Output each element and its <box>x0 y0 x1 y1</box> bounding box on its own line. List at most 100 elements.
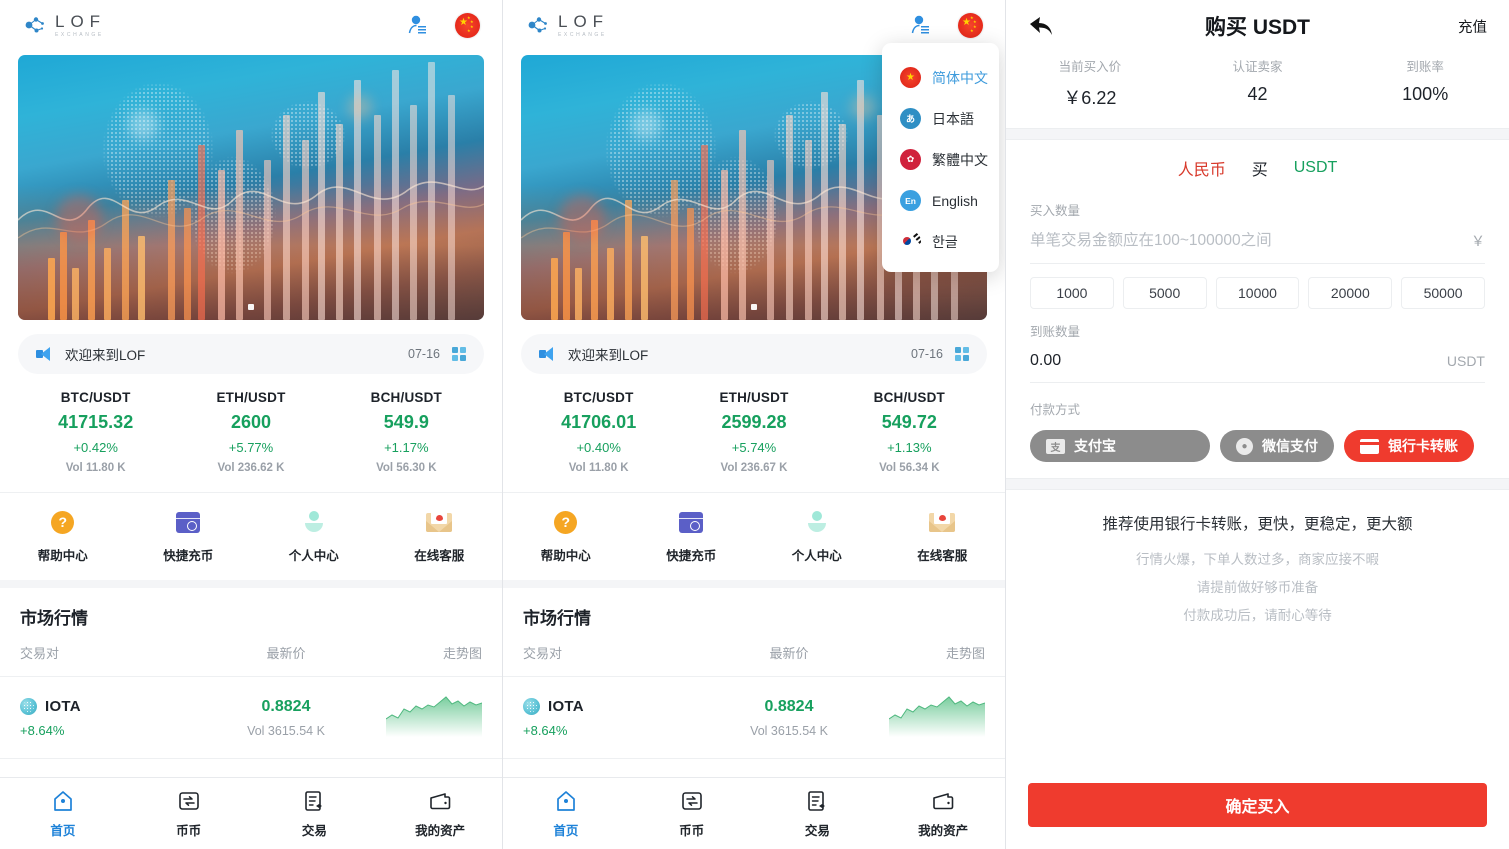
preset-chip-1000[interactable]: 1000 <box>1030 277 1114 309</box>
preset-chip-5000[interactable]: 5000 <box>1123 277 1207 309</box>
grid-menu-icon[interactable] <box>955 347 969 361</box>
payment-wechat[interactable]: ● 微信支付 <box>1220 430 1334 462</box>
tab-trade[interactable]: 交易 <box>252 788 378 839</box>
preset-chip-20000[interactable]: 20000 <box>1308 277 1392 309</box>
home-icon <box>503 788 629 814</box>
user-icon[interactable] <box>908 13 932 37</box>
grid-menu-icon[interactable] <box>452 347 466 361</box>
notice-text: 欢迎来到LOF <box>568 344 648 364</box>
tab-assets[interactable]: 我的资产 <box>377 788 503 839</box>
quick-action-support[interactable]: 在线客服 <box>880 507 1006 564</box>
ticker-volume: Vol 11.80 K <box>521 462 676 474</box>
ticker-card[interactable]: BCH/USDT 549.9 +1.17% Vol 56.30 K <box>329 390 484 474</box>
app-logo[interactable]: LOF EXCHANGE <box>525 12 609 38</box>
app-logo[interactable]: LOF EXCHANGE <box>22 12 106 38</box>
speaker-icon <box>539 347 556 362</box>
logo-wordmark: LOF <box>55 13 106 30</box>
ticker-pair: BCH/USDT <box>832 390 987 405</box>
payment-bank-card[interactable]: 银行卡转账 <box>1344 430 1474 462</box>
quick-action-profile[interactable]: 个人中心 <box>251 507 377 564</box>
ticker-strip-middle: BTC/USDT 41706.01 +0.40% Vol 11.80 K ETH… <box>503 374 1005 492</box>
quick-action-label: 个人中心 <box>251 545 377 564</box>
lang-option-ko[interactable]: 한글 <box>882 221 999 262</box>
payment-alipay[interactable]: 支 支付宝 <box>1030 430 1210 462</box>
quick-action-support[interactable]: 在线客服 <box>377 507 503 564</box>
trade-pair-row: 人民币 买 USDT <box>1030 140 1485 194</box>
banner-indicator-dot[interactable] <box>248 304 254 310</box>
wechat-pay-icon: ● <box>1236 438 1253 455</box>
china-flag-icon[interactable]: ★★★★★ <box>455 13 480 38</box>
tab-exchange[interactable]: 币币 <box>629 788 755 839</box>
lang-option-zh-cn[interactable]: ★ 简体中文 <box>882 57 999 98</box>
ticker-pair: BCH/USDT <box>329 390 484 405</box>
amount-field-row: ￥ <box>1030 219 1485 264</box>
profile-icon <box>251 507 377 537</box>
lang-option-zh-hk[interactable]: ✿ 繁體中文 <box>882 139 999 180</box>
ticker-card[interactable]: BTC/USDT 41706.01 +0.40% Vol 11.80 K <box>521 390 676 474</box>
quick-action-help[interactable]: ? 帮助中心 <box>503 507 629 564</box>
english-flag-icon: En <box>900 190 921 211</box>
quick-action-deposit[interactable]: 快捷充币 <box>126 507 252 564</box>
confirm-buy-button[interactable]: 确定买入 <box>1028 783 1487 827</box>
logo-mark-icon <box>22 12 48 38</box>
ticker-card[interactable]: BTC/USDT 41715.32 +0.42% Vol 11.80 K <box>18 390 173 474</box>
app-header-left: LOF EXCHANGE ★★★★★ <box>0 0 502 50</box>
pair-coin[interactable]: USDT <box>1294 159 1338 177</box>
quick-action-deposit[interactable]: 快捷充币 <box>629 507 755 564</box>
coin-change: +8.64% <box>20 723 200 738</box>
quick-action-profile[interactable]: 个人中心 <box>754 507 880 564</box>
coin-price: 0.8824 <box>200 698 372 716</box>
ticker-card[interactable]: ETH/USDT 2600 +5.77% Vol 236.62 K <box>173 390 328 474</box>
china-flag-icon[interactable]: ★★★★★ <box>958 13 983 38</box>
preset-chip-50000[interactable]: 50000 <box>1401 277 1485 309</box>
logo-subtitle: EXCHANGE <box>558 33 609 38</box>
tab-home[interactable]: 首页 <box>0 788 126 839</box>
tab-assets[interactable]: 我的资产 <box>880 788 1006 839</box>
section-divider-2 <box>1006 478 1509 490</box>
tab-exchange[interactable]: 币币 <box>126 788 252 839</box>
preset-chip-10000[interactable]: 10000 <box>1216 277 1300 309</box>
ticker-pair: ETH/USDT <box>173 390 328 405</box>
notice-bar[interactable]: 欢迎来到LOF 07-16 <box>18 334 484 374</box>
wallet-icon <box>880 788 1006 814</box>
user-icon[interactable] <box>405 13 429 37</box>
receive-unit: USDT <box>1447 353 1485 369</box>
help-icon: ? <box>0 507 126 537</box>
coin-symbol: IOTA <box>548 698 584 715</box>
table-row[interactable]: IOTA +8.64% 0.8824 Vol 3615.54 K <box>0 677 502 759</box>
ticker-card[interactable]: ETH/USDT 2599.28 +5.74% Vol 236.67 K <box>676 390 831 474</box>
ticker-price: 41706.01 <box>521 412 676 433</box>
banner-indicator-dot[interactable] <box>751 304 757 310</box>
ticker-volume: Vol 56.30 K <box>329 462 484 474</box>
recharge-link[interactable]: 充值 <box>1458 16 1487 37</box>
amount-unit: ￥ <box>1471 231 1485 251</box>
market-col-price: 最新价 <box>703 643 875 662</box>
payment-label-text: 银行卡转账 <box>1388 436 1458 456</box>
tab-trade[interactable]: 交易 <box>755 788 881 839</box>
table-row[interactable]: IOTA +8.64% 0.8824 Vol 3615.54 K <box>503 677 1005 759</box>
lang-option-ja[interactable]: あ 日本語 <box>882 98 999 139</box>
section-divider <box>1006 128 1509 140</box>
payment-methods: 支 支付宝 ● 微信支付 银行卡转账 <box>1030 418 1485 478</box>
market-header-row: 交易对 最新价 走势图 <box>0 631 502 677</box>
market-col-pair: 交易对 <box>523 643 703 662</box>
lang-option-en[interactable]: En English <box>882 180 999 221</box>
quick-action-help[interactable]: ? 帮助中心 <box>0 507 126 564</box>
language-dropdown[interactable]: ★ 简体中文 あ 日本語 ✿ 繁體中文 En English 한글 <box>882 43 999 272</box>
page-title: 购买 USDT <box>1006 11 1509 41</box>
ticker-price: 549.9 <box>329 412 484 433</box>
back-arrow-icon[interactable] <box>1028 15 1054 37</box>
ticker-card[interactable]: BCH/USDT 549.72 +1.13% Vol 56.34 K <box>832 390 987 474</box>
lang-option-label: 日本語 <box>932 109 974 129</box>
pair-action: 买 <box>1252 156 1268 180</box>
amount-input[interactable] <box>1030 232 1471 250</box>
profile-icon <box>754 507 880 537</box>
korea-flag-icon <box>900 231 921 252</box>
hero-banner[interactable] <box>18 55 484 320</box>
stat-value: 100% <box>1341 84 1509 105</box>
purchase-form: 人民币 买 USDT 买入数量 ￥ 1000 5000 10000 20000 … <box>1006 140 1509 478</box>
tab-home[interactable]: 首页 <box>503 788 629 839</box>
notice-bar[interactable]: 欢迎来到LOF 07-16 <box>521 334 987 374</box>
pair-fiat[interactable]: 人民币 <box>1178 156 1226 180</box>
payment-label-text: 微信支付 <box>1262 436 1318 456</box>
